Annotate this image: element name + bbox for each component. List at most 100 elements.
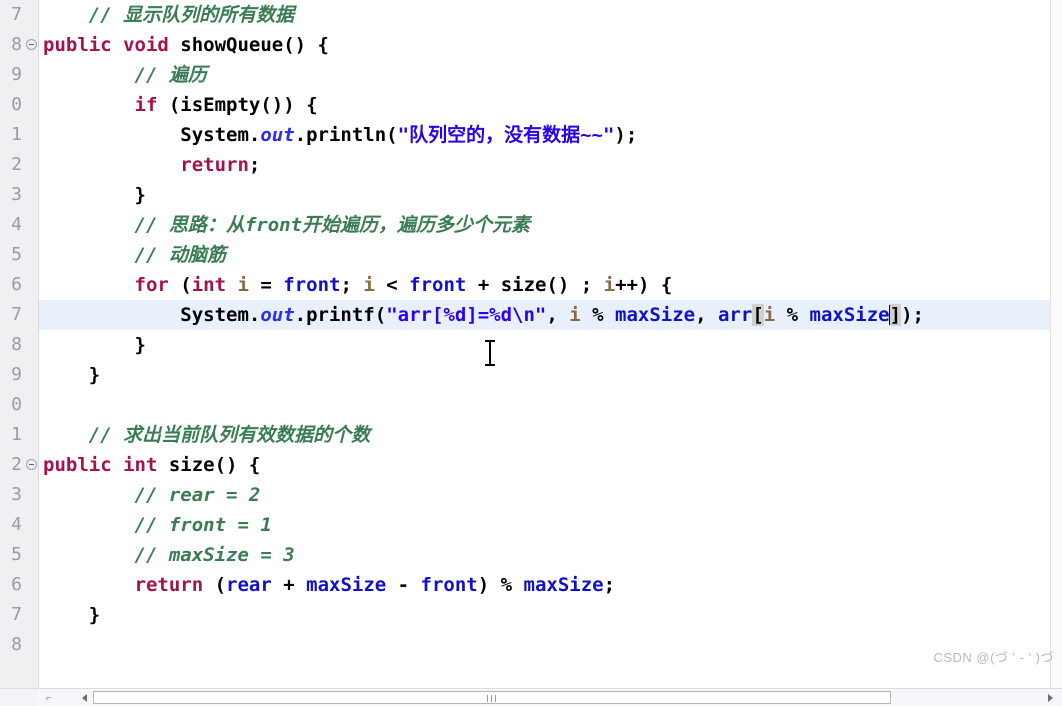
line-number: 7 (11, 304, 22, 325)
code-token: ); (614, 124, 638, 146)
code-token: // maxSize = 3 (134, 544, 295, 566)
code-editor-window: 7 8 9 0 1 2 3 4 5 6 7 8 9 0 1 2 3 4 5 6 7 8 // 显示队列的所有数据 publi… (0, 0, 1062, 706)
code-token: [ (752, 304, 764, 326)
editor-body: 7 8 9 0 1 2 3 4 5 6 7 8 9 0 1 2 3 4 5 6 7 8 // 显示队列的所有数据 publi… (0, 0, 1062, 688)
code-token: } (43, 184, 146, 206)
horizontal-scrollbar[interactable]: ⌐ (0, 688, 1062, 706)
code-line[interactable]: public int size() { (39, 450, 1062, 480)
code-line[interactable]: // 显示队列的所有数据 (39, 0, 1062, 30)
scrollbar-corner-mark: ⌐ (46, 693, 52, 704)
line-number: 8 (11, 634, 22, 655)
code-line[interactable]: // rear = 2 (39, 480, 1062, 510)
code-line[interactable]: if (isEmpty()) { (39, 90, 1062, 120)
code-fold-collapse-icon[interactable] (26, 39, 37, 50)
code-line-current[interactable]: System.out.printf("arr[%d]=%d\n", i % ma… (39, 300, 1062, 330)
code-line[interactable]: // 求出当前队列有效数据的个数 (39, 420, 1062, 450)
code-line[interactable]: } (39, 180, 1062, 210)
horizontal-scrollbar-thumb[interactable] (93, 691, 891, 704)
line-number: 8 (0, 30, 38, 60)
triangle-right-icon[interactable] (1045, 692, 1056, 703)
code-token: i (763, 304, 776, 326)
code-token: // 求出当前队列有效数据的个数 (88, 424, 371, 446)
code-text-area[interactable]: // 显示队列的所有数据 public void showQueue() { //… (39, 0, 1062, 688)
code-token: i (237, 274, 249, 296)
code-token: size() { (168, 454, 261, 476)
line-number: 4 (11, 214, 22, 235)
code-line[interactable]: // 思路：从front开始遍历，遍历多少个元素 (39, 210, 1062, 240)
code-line[interactable]: public void showQueue() { (39, 30, 1062, 60)
code-token: // 思路：从front开始遍历，遍历多少个元素 (134, 214, 531, 236)
code-line[interactable] (39, 390, 1062, 420)
code-line[interactable]: return (rear + maxSize - front) % maxSiz… (39, 570, 1062, 600)
line-number: 5 (11, 244, 22, 265)
line-number: 3 (11, 184, 22, 205)
code-token: int (191, 274, 227, 296)
code-line[interactable] (39, 630, 1062, 660)
code-token: } (43, 334, 146, 356)
line-number: 7 (11, 604, 22, 625)
code-fold-collapse-icon[interactable] (26, 459, 37, 470)
line-number: 2 (0, 450, 38, 480)
code-token: public int (43, 454, 169, 476)
line-number: 2 (11, 154, 22, 175)
triangle-left-icon[interactable] (80, 692, 91, 703)
code-token: maxSize (523, 574, 604, 596)
line-number-gutter[interactable]: 7 8 9 0 1 2 3 4 5 6 7 8 9 0 1 2 3 4 5 6 7 8 (0, 0, 39, 688)
line-number: 0 (11, 394, 22, 415)
code-token: if (134, 94, 158, 116)
code-token: } (43, 604, 101, 626)
code-token: ; (248, 154, 261, 176)
code-token: < (374, 274, 410, 296)
code-token: out (260, 304, 295, 326)
code-token: front (409, 274, 467, 296)
code-token: System. (43, 304, 261, 326)
code-token: } (43, 364, 101, 386)
code-line[interactable]: } (39, 360, 1062, 390)
code-line[interactable]: for (int i = front; i < front + size() ;… (39, 270, 1062, 300)
code-token: for (134, 274, 169, 296)
code-line[interactable]: return; (39, 150, 1062, 180)
code-token: ) % (477, 574, 524, 596)
grip-dots-icon (487, 695, 497, 702)
line-number: 1 (11, 124, 22, 145)
code-line[interactable]: // maxSize = 3 (39, 540, 1062, 570)
code-token: % (775, 304, 810, 326)
code-token: + size() ; (466, 274, 604, 296)
vertical-scrollbar[interactable] (1050, 0, 1062, 688)
code-token: maxSize (615, 304, 696, 326)
code-line[interactable]: // 遍历 (39, 60, 1062, 90)
csdn-watermark: CSDN @(づ ' - ' )づ (933, 650, 1054, 665)
code-token: // front = 1 (134, 514, 272, 536)
code-token: public void (43, 34, 181, 56)
code-token: maxSize (306, 574, 387, 596)
code-line[interactable]: // 动脑筋 (39, 240, 1062, 270)
code-line[interactable]: } (39, 600, 1062, 630)
code-token: showQueue() { (180, 34, 329, 56)
line-number: 4 (11, 514, 22, 535)
code-line[interactable]: // front = 1 (39, 510, 1062, 540)
code-token: return (134, 574, 204, 596)
code-token: return (180, 154, 249, 176)
line-number: 9 (11, 364, 22, 385)
line-number: 3 (11, 484, 22, 505)
line-number: 0 (11, 94, 22, 115)
code-token: ( (168, 274, 192, 296)
code-token: + (271, 574, 307, 596)
code-line[interactable]: } (39, 330, 1062, 360)
code-token: rear (226, 574, 272, 596)
code-token: % (580, 304, 616, 326)
code-line[interactable]: System.out.println("队列空的，没有数据~~"); (39, 120, 1062, 150)
code-token: i (363, 274, 375, 296)
line-number: 1 (11, 424, 22, 445)
code-token: i (603, 274, 616, 296)
code-token: .println( (294, 124, 398, 146)
